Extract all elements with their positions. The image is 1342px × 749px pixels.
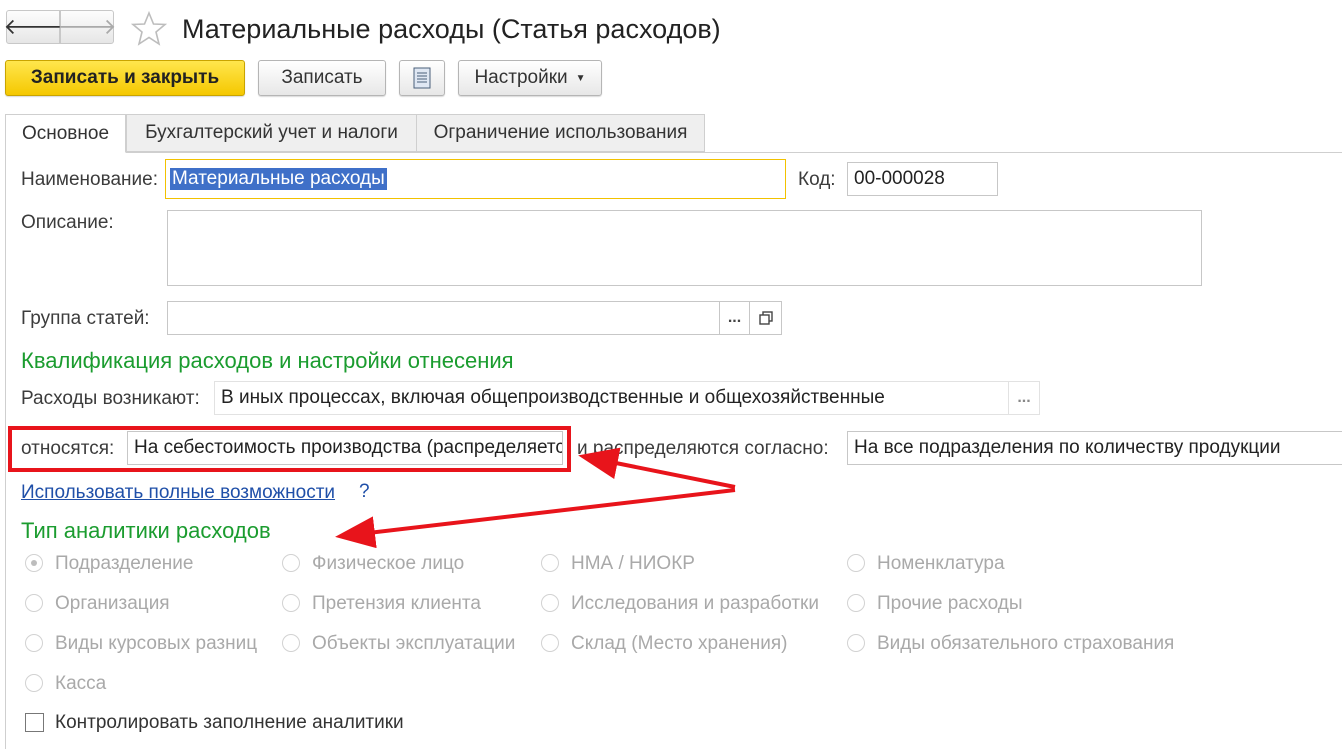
control-analytics-label: Контролировать заполнение аналитики <box>55 712 404 733</box>
radio-organization-label: Организация <box>55 593 170 614</box>
settings-button[interactable]: Настройки ▼ <box>458 60 602 96</box>
panel-left-border <box>5 152 6 749</box>
tab-strip-border <box>5 152 1342 153</box>
radio-department[interactable] <box>25 554 43 572</box>
group-input[interactable] <box>167 301 720 335</box>
name-label: Наименование: <box>21 169 158 190</box>
arise-label: Расходы возникают: <box>21 388 200 409</box>
group-label: Группа статей: <box>21 308 150 329</box>
tab-restrictions[interactable]: Ограничение использования <box>416 114 705 152</box>
radio-operation-objects-label: Объекты эксплуатации <box>312 633 516 654</box>
radio-operation-objects[interactable] <box>282 634 300 652</box>
radio-nomenclature[interactable] <box>847 554 865 572</box>
radio-organization[interactable] <box>25 594 43 612</box>
radio-exchange-diff[interactable] <box>25 634 43 652</box>
radio-cashbox-label: Касса <box>55 673 107 694</box>
radio-intangible[interactable] <box>541 554 559 572</box>
arrow-to-analytics <box>335 488 736 549</box>
radio-other-expenses[interactable] <box>847 594 865 612</box>
group-select-button[interactable]: ... <box>719 301 750 335</box>
tab-main[interactable]: Основное <box>5 114 126 153</box>
back-button[interactable]: 🡐 <box>3 10 63 44</box>
name-input[interactable]: Материальные расходы <box>165 159 786 199</box>
radio-research-label: Исследования и разработки <box>571 593 819 614</box>
radio-client-claim[interactable] <box>282 594 300 612</box>
chevron-down-icon: ▼ <box>575 72 586 84</box>
radio-insurance-label: Виды обязательного страхования <box>877 633 1175 654</box>
distribute-input[interactable]: На все подразделения по количеству проду… <box>847 431 1342 465</box>
radio-individual[interactable] <box>282 554 300 572</box>
control-analytics-checkbox[interactable] <box>25 713 44 732</box>
radio-insurance[interactable] <box>847 634 865 652</box>
tab-accounting[interactable]: Бухгалтерский учет и налоги <box>126 114 417 152</box>
highlight-box <box>8 426 571 472</box>
section-analytics-title: Тип аналитики расходов <box>21 518 271 543</box>
arise-input[interactable]: В иных процессах, включая общепроизводст… <box>214 381 1009 415</box>
code-input[interactable]: 00-000028 <box>847 162 998 196</box>
help-icon[interactable]: ? <box>359 481 370 503</box>
document-list-icon <box>413 67 431 89</box>
arrow-to-relate <box>578 447 736 489</box>
settings-label: Настройки <box>474 67 568 88</box>
radio-intangible-label: НМА / НИОКР <box>571 553 695 574</box>
radio-exchange-diff-label: Виды курсовых разниц <box>55 633 258 654</box>
radio-client-claim-label: Претензия клиента <box>312 593 481 614</box>
save-button[interactable]: Записать <box>258 60 386 96</box>
radio-research[interactable] <box>541 594 559 612</box>
page-title: Материальные расходы (Статья расходов) <box>182 14 721 44</box>
report-button[interactable] <box>399 60 445 96</box>
description-label: Описание: <box>21 212 114 233</box>
arrow-left-icon: 🡐 <box>3 14 63 39</box>
arise-select-button[interactable]: ... <box>1008 381 1040 415</box>
full-features-link[interactable]: Использовать полные возможности <box>21 482 335 504</box>
open-window-icon <box>758 311 773 325</box>
code-label: Код: <box>798 169 836 190</box>
save-and-close-button[interactable]: Записать и закрыть <box>5 60 245 96</box>
radio-warehouse[interactable] <box>541 634 559 652</box>
radio-warehouse-label: Склад (Место хранения) <box>571 633 788 654</box>
forward-button[interactable]: 🡒 <box>57 10 117 44</box>
arrow-right-icon: 🡒 <box>57 14 117 39</box>
star-icon[interactable] <box>130 10 168 47</box>
radio-other-expenses-label: Прочие расходы <box>877 593 1023 614</box>
name-value: Материальные расходы <box>170 168 387 190</box>
distribute-label: и распределяются согласно: <box>577 438 829 459</box>
group-open-button[interactable] <box>750 301 782 335</box>
radio-selected-dot <box>31 560 37 566</box>
radio-department-label: Подразделение <box>55 553 194 574</box>
radio-nomenclature-label: Номенклатура <box>877 553 1005 574</box>
radio-individual-label: Физическое лицо <box>312 553 465 574</box>
description-textarea[interactable] <box>167 210 1202 286</box>
section-qualification-title: Квалификация расходов и настройки отнесе… <box>21 348 514 373</box>
radio-cashbox[interactable] <box>25 674 43 692</box>
